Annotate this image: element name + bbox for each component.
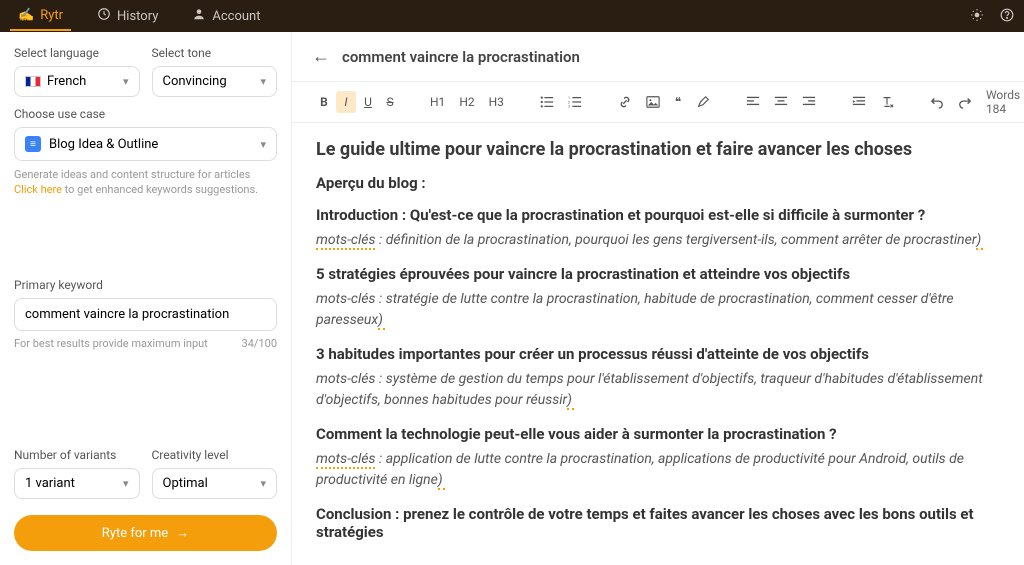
undo-button[interactable] [924,91,950,113]
numbered-list-button[interactable]: 123 [562,91,588,113]
history-label: History [117,9,158,24]
doc-heading-overview: Aperçu du blog : [316,174,1000,192]
image-button[interactable] [640,91,666,113]
language-select[interactable]: French ▾ [14,66,140,97]
svg-text:3: 3 [568,105,570,109]
h3-button[interactable]: H3 [483,91,510,113]
document-body[interactable]: Le guide ultime pour vaincre la procrast… [292,123,1024,565]
tone-label: Select tone [152,46,278,60]
usecase-helper: Generate ideas and content structure for… [14,167,277,198]
keyword-counter: 34/100 [242,337,277,350]
brand-label: Rytr [40,8,63,23]
editor-toolbar: B I U S H1 H2 H3 123 ❝ [292,81,1024,123]
indent-button[interactable] [846,91,872,113]
account-icon [192,7,206,25]
chevron-down-icon: ▾ [260,75,266,88]
bold-button[interactable]: B [314,91,334,113]
doc-heading-conclusion: Conclusion : prenez le contrôle de votre… [316,505,1000,541]
chevron-down-icon: ▾ [123,477,129,490]
align-center-button[interactable] [768,91,794,113]
keywords-link[interactable]: Click here [14,183,62,196]
usecase-label: Choose use case [14,107,277,121]
language-value: French [47,74,86,89]
chevron-down-icon: ▾ [260,477,266,490]
chevron-down-icon: ▾ [123,75,129,88]
svg-text:2: 2 [568,100,570,104]
sidebar: Select language French ▾ Select tone Con… [0,32,292,565]
rytr-icon: ✍️ [18,8,34,23]
topbar: ✍️ Rytr History Account [0,0,1024,32]
word-count: Words 184 [986,88,1020,116]
chevron-down-icon: ▾ [260,138,266,151]
variants-value: 1 variant [25,476,75,491]
h1-button[interactable]: H1 [424,91,451,113]
keyword-hint: For best results provide maximum input [14,337,208,350]
quote-button[interactable]: ❝ [668,91,688,114]
tone-value: Convincing [163,74,227,89]
variants-label: Number of variants [14,448,140,462]
tone-select[interactable]: Convincing ▾ [152,66,278,97]
ryte-label: Ryte for me [102,526,168,541]
doc-keywords-habits: mots-clés : système de gestion du temps … [316,369,1000,411]
main: Select language French ▾ Select tone Con… [0,32,1024,565]
h2-button[interactable]: H2 [453,91,480,113]
usecase-icon: ≡ [25,136,41,152]
language-label: Select language [14,46,140,60]
underline-button[interactable]: U [358,91,378,113]
creativity-label: Creativity level [152,448,278,462]
doc-heading-tech: Comment la technologie peut-elle vous ai… [316,425,1000,443]
title-row: ← comment vaincre la procrastination [292,32,1024,81]
highlight-button[interactable] [690,91,716,113]
flag-icon-fr [25,76,41,87]
usecase-value: Blog Idea & Outline [49,137,252,152]
creativity-value: Optimal [163,476,208,491]
doc-keywords-tech: mots-clés : application de lutte contre … [316,449,1000,491]
clear-format-button[interactable] [874,91,900,113]
doc-title: comment vaincre la procrastination [342,48,580,66]
redo-button[interactable] [952,91,978,113]
account-label: Account [212,9,260,24]
align-left-button[interactable] [740,91,766,113]
tab-account[interactable]: Account [184,1,268,31]
doc-keywords-intro: mots-clés : définition de la procrastina… [316,230,1000,251]
topbar-right [970,7,1014,26]
usecase-select[interactable]: ≡ Blog Idea & Outline ▾ [14,127,277,161]
history-icon [97,7,111,25]
tab-history[interactable]: History [89,1,166,31]
link-button[interactable] [612,91,638,113]
svg-text:1: 1 [568,96,570,100]
variants-select[interactable]: 1 variant ▾ [14,468,140,499]
strike-button[interactable]: S [380,91,400,113]
help-icon[interactable] [1000,7,1014,26]
align-right-button[interactable] [796,91,822,113]
back-arrow-icon[interactable]: ← [312,46,330,67]
doc-keywords-strat: mots-clés : stratégie de lutte contre la… [316,289,1000,331]
content-area: ← comment vaincre la procrastination B I… [292,32,1024,565]
doc-heading-habits: 3 habitudes importantes pour créer un pr… [316,345,1000,363]
tab-rytr[interactable]: ✍️ Rytr [10,2,71,31]
creativity-select[interactable]: Optimal ▾ [152,468,278,499]
keyword-label: Primary keyword [14,278,277,292]
ryte-button[interactable]: Ryte for me → [14,515,277,551]
keyword-input[interactable] [14,298,277,331]
doc-heading-main: Le guide ultime pour vaincre la procrast… [316,139,1000,160]
italic-button[interactable]: I [336,91,356,113]
doc-heading-intro: Introduction : Qu'est-ce que la procrast… [316,206,1000,224]
doc-heading-strat: 5 stratégies éprouvées pour vaincre la p… [316,265,1000,283]
bullet-list-button[interactable] [534,91,560,113]
theme-toggle-icon[interactable] [970,7,984,26]
topbar-left: ✍️ Rytr History Account [10,1,268,31]
arrow-right-icon: → [176,525,189,541]
